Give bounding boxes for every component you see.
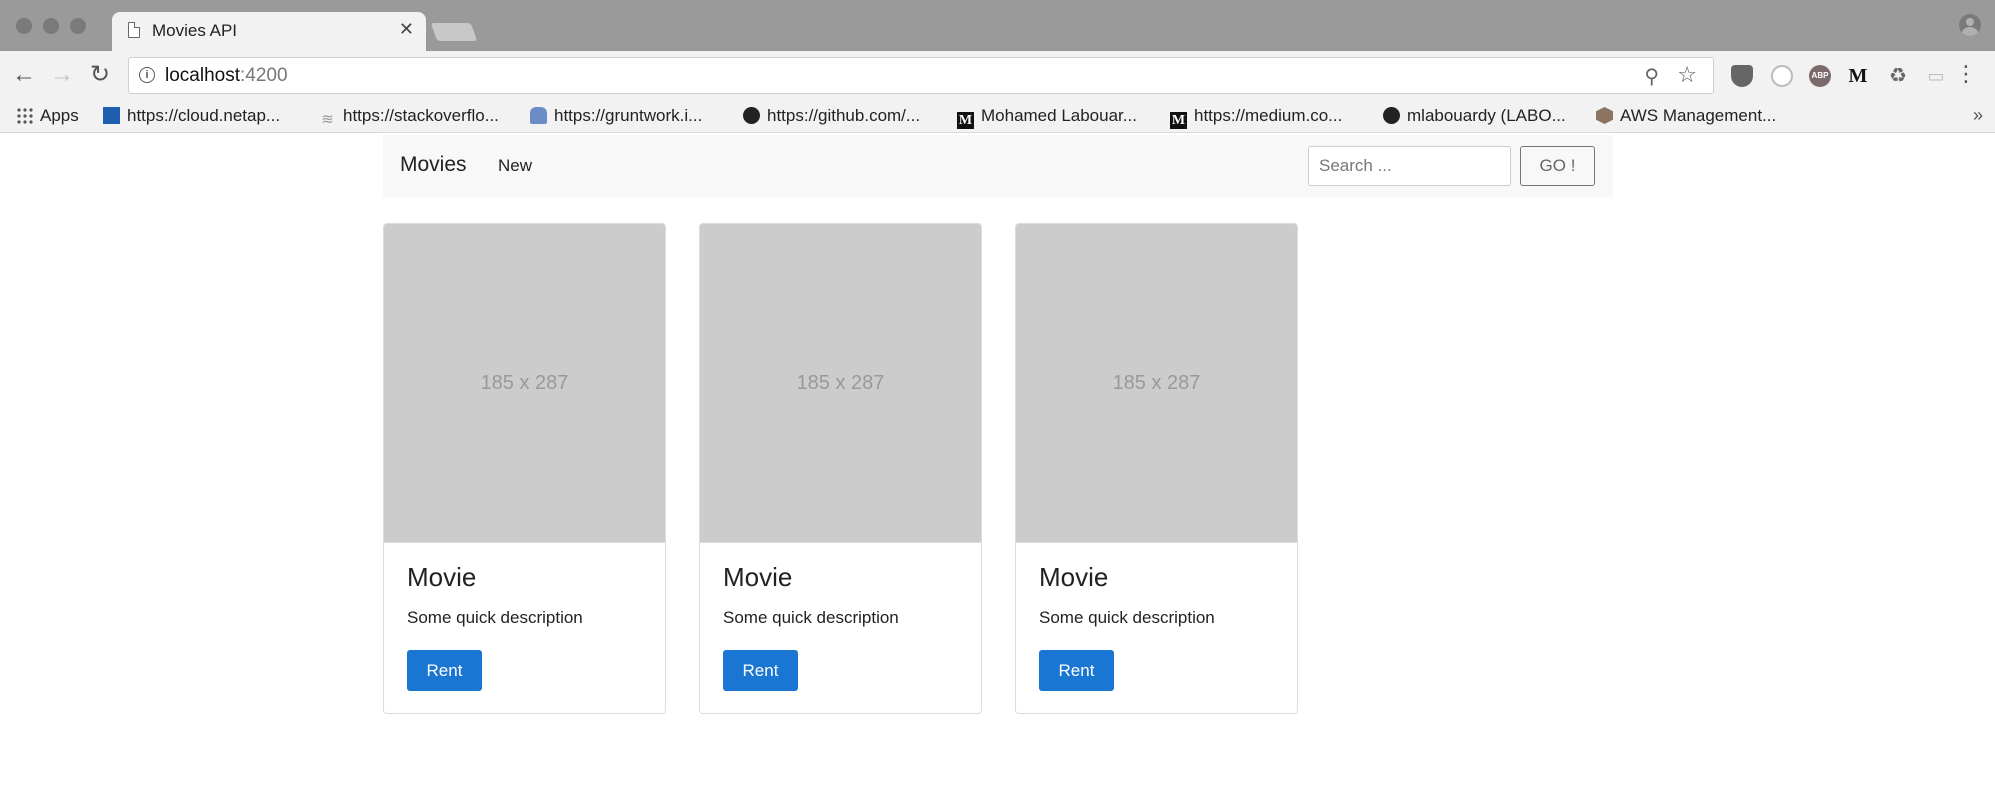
bookmark-apps[interactable]: Apps bbox=[16, 106, 79, 126]
aws-icon bbox=[1596, 107, 1613, 124]
bookmark-stackoverflow[interactable]: ≋ https://stackoverflo... bbox=[319, 106, 499, 128]
movie-poster-placeholder: 185 x 287 bbox=[384, 224, 665, 543]
medium-icon: M bbox=[1170, 112, 1187, 129]
bookmark-aws-management[interactable]: AWS Management... bbox=[1596, 106, 1776, 126]
medium-extension-icon[interactable]: M bbox=[1847, 65, 1869, 87]
document-icon bbox=[128, 22, 140, 38]
search-input[interactable] bbox=[1308, 146, 1511, 186]
bookmark-mlabouardy[interactable]: mlabouardy (LABO... bbox=[1383, 106, 1566, 126]
browser-tab-strip: Movies API ✕ bbox=[0, 0, 1995, 51]
bookmark-mohamed-labouardy[interactable]: M Mohamed Labouar... bbox=[957, 106, 1137, 129]
gruntwork-icon bbox=[530, 107, 547, 124]
movie-poster-placeholder: 185 x 287 bbox=[1016, 224, 1297, 543]
movie-card: 185 x 287 Movie Some quick description R… bbox=[699, 223, 982, 714]
info-icon[interactable]: i bbox=[139, 67, 155, 83]
browser-menu-icon[interactable]: ⋮ bbox=[1955, 63, 1977, 85]
bookmark-star-icon[interactable]: ☆ bbox=[1677, 62, 1697, 88]
recycle-icon[interactable]: ♻ bbox=[1887, 65, 1909, 87]
medium-icon: M bbox=[957, 112, 974, 129]
window-minimize-button[interactable] bbox=[43, 18, 59, 34]
movie-card: 185 x 287 Movie Some quick description R… bbox=[383, 223, 666, 714]
bookmark-gruntwork[interactable]: https://gruntwork.i... bbox=[530, 106, 702, 126]
forward-arrow-icon[interactable]: → bbox=[50, 61, 74, 89]
bookmark-medium[interactable]: Mhttps://medium.co... bbox=[1170, 106, 1342, 129]
cast-icon[interactable]: ▭ bbox=[1925, 65, 1947, 87]
profile-icon[interactable] bbox=[1959, 14, 1981, 36]
movie-description: Some quick description bbox=[723, 608, 899, 627]
url-text[interactable]: localhost:4200 bbox=[165, 65, 288, 87]
bookmark-github[interactable]: https://github.com/... bbox=[743, 106, 920, 126]
movie-title: Movie bbox=[723, 562, 793, 592]
movie-poster-placeholder: 185 x 287 bbox=[700, 224, 981, 543]
circle-extension-icon[interactable] bbox=[1771, 65, 1793, 87]
tab-close-icon[interactable]: ✕ bbox=[399, 19, 414, 40]
window-maximize-button[interactable] bbox=[70, 18, 86, 34]
bookmarks-overflow-icon[interactable]: » bbox=[1973, 105, 1983, 126]
zoom-icon[interactable]: ⚲ bbox=[1644, 64, 1659, 89]
rent-button[interactable]: Rent bbox=[407, 650, 482, 691]
new-tab-button[interactable] bbox=[430, 23, 478, 41]
rent-button[interactable]: Rent bbox=[723, 650, 798, 691]
bookmarks-bar: Apps https://cloud.netap... ≋ https://sta… bbox=[0, 101, 1995, 133]
netapp-icon bbox=[103, 107, 120, 124]
window-close-button[interactable] bbox=[16, 18, 32, 34]
github-icon bbox=[1383, 107, 1400, 124]
search-go-button[interactable]: GO ! bbox=[1520, 146, 1595, 186]
adblock-plus-icon[interactable]: ABP bbox=[1809, 65, 1831, 87]
movie-description: Some quick description bbox=[1039, 608, 1215, 627]
movie-description: Some quick description bbox=[407, 608, 583, 627]
navbar-brand[interactable]: Movies bbox=[400, 153, 467, 177]
reload-icon[interactable]: ↻ bbox=[90, 61, 110, 89]
address-bar[interactable]: i localhost:4200 ⚲ ☆ bbox=[128, 57, 1714, 94]
pocket-icon[interactable] bbox=[1731, 65, 1753, 87]
movie-title: Movie bbox=[407, 562, 477, 592]
back-arrow-icon[interactable]: ← bbox=[12, 61, 36, 89]
movie-title: Movie bbox=[1039, 562, 1109, 592]
browser-tab[interactable]: Movies API ✕ bbox=[112, 12, 426, 51]
apps-grid-icon bbox=[16, 107, 33, 124]
tab-title: Movies API bbox=[152, 21, 238, 40]
github-icon bbox=[743, 107, 760, 124]
rent-button[interactable]: Rent bbox=[1039, 650, 1114, 691]
movie-card: 185 x 287 Movie Some quick description R… bbox=[1015, 223, 1298, 714]
app-navbar: Movies New GO ! bbox=[383, 135, 1613, 197]
browser-toolbar: ← → ↻ i localhost:4200 ⚲ ☆ ABP M ♻ ▭ ⋮ bbox=[0, 51, 1995, 101]
nav-link-new[interactable]: New bbox=[498, 156, 532, 176]
stackoverflow-icon: ≋ bbox=[321, 111, 334, 128]
bookmark-netapp[interactable]: https://cloud.netap... bbox=[103, 106, 280, 126]
